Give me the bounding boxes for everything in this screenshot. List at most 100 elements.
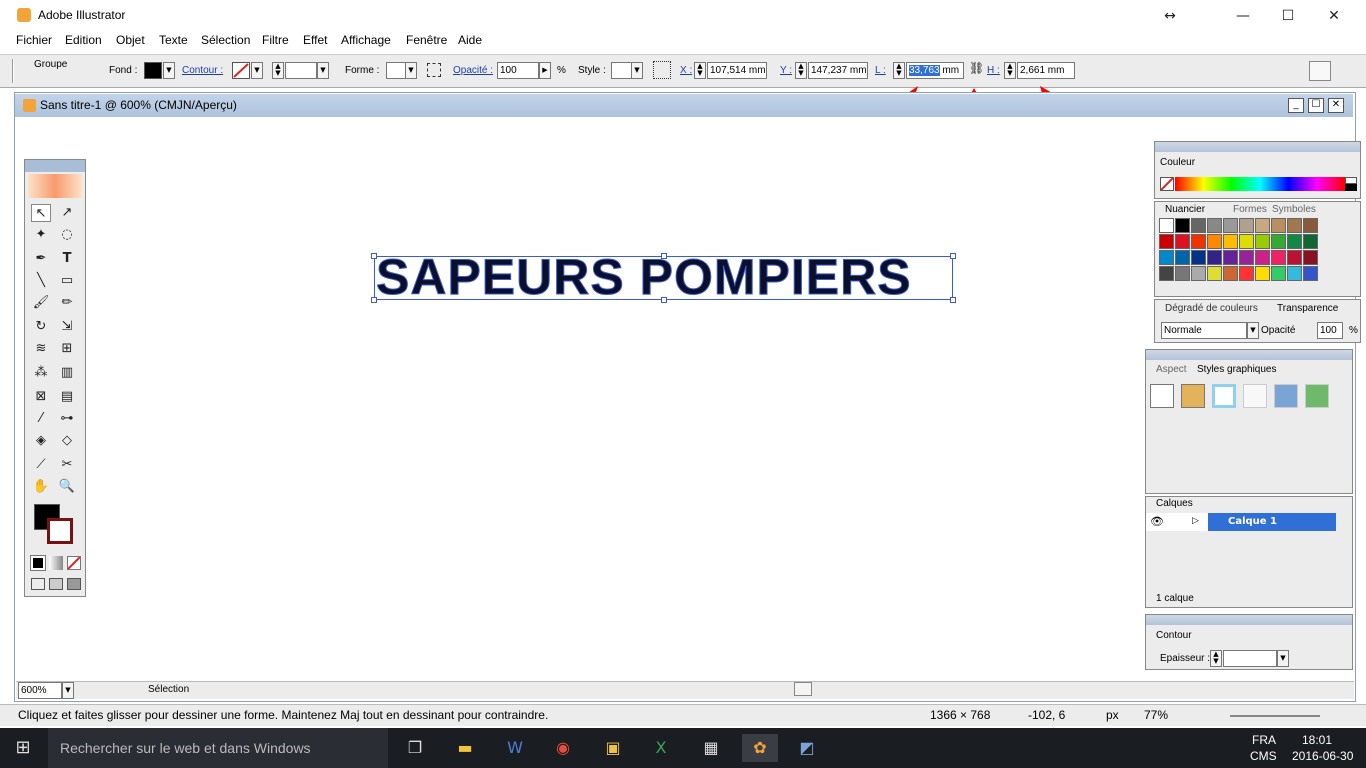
screen-mode-menu-icon[interactable] [49, 578, 63, 590]
height-field[interactable]: 2,661 mm [1017, 62, 1075, 79]
color-swatch[interactable] [1287, 266, 1302, 281]
menu-aide[interactable]: Aide [458, 33, 482, 47]
color-swatch[interactable] [1223, 250, 1238, 265]
menu-effet[interactable]: Effet [303, 33, 327, 47]
color-swatch[interactable] [1175, 250, 1190, 265]
grip-handle[interactable] [12, 59, 14, 83]
color-swatch[interactable] [1191, 218, 1206, 233]
app-icon-yellow[interactable]: ▣ [598, 734, 628, 762]
rotate-tool-icon[interactable]: ↻ [31, 318, 51, 336]
stroke-color-box[interactable] [47, 518, 73, 544]
language[interactable]: FRA [1252, 733, 1276, 747]
illustrator-flower-icon[interactable] [28, 174, 82, 198]
toolbox-titlebar[interactable] [25, 160, 85, 172]
transform-icon[interactable] [427, 63, 441, 77]
swatch-footer-icons[interactable] [1161, 284, 1341, 296]
align-icon[interactable] [653, 61, 671, 79]
color-swatch[interactable] [1255, 218, 1270, 233]
file-explorer-icon[interactable]: ▬ [450, 734, 480, 762]
resize-icon[interactable]: ↔ [1160, 6, 1180, 26]
zoom-dropdown[interactable]: ▼ [62, 682, 74, 699]
color-swatch[interactable] [1175, 266, 1190, 281]
stroke-weight-panel-spinner[interactable]: ▲ ▼ [1210, 650, 1222, 667]
degrade-tab[interactable]: Dégradé de couleurs [1165, 303, 1258, 314]
pencil-tool-icon[interactable]: ✏ [57, 294, 77, 312]
line-tool-icon[interactable]: ╲ [31, 272, 51, 290]
selection-handle[interactable] [661, 253, 667, 259]
color-swatch[interactable] [1175, 218, 1190, 233]
height-spinner[interactable]: ▲ ▼ [1004, 62, 1016, 79]
selection-handle[interactable] [371, 297, 377, 303]
link-proportions-icon[interactable]: ⛓ [969, 61, 984, 81]
symbol-sprayer-tool-icon[interactable]: ⁂ [31, 364, 51, 382]
menu-edition[interactable]: Edition [65, 33, 102, 47]
live-paint-selection-tool-icon[interactable]: ◇ [57, 432, 77, 450]
color-swatch[interactable] [1255, 234, 1270, 249]
zoom-tool-icon[interactable]: 🔍 [57, 478, 77, 496]
stroke-link[interactable]: Contour : [182, 65, 223, 76]
expand-triangle-icon[interactable]: ▷ [1192, 516, 1199, 526]
color-swatch[interactable] [1303, 218, 1318, 233]
graph-tool-icon[interactable]: ▥ [57, 364, 77, 382]
scissors-tool-icon[interactable]: ✂ [57, 456, 77, 474]
aspect-tab[interactable]: Aspect [1156, 364, 1187, 375]
selection-handle[interactable] [661, 297, 667, 303]
formes-tab[interactable]: Formes [1233, 204, 1267, 215]
selection-handle[interactable] [950, 297, 956, 303]
color-swatch[interactable] [1175, 234, 1190, 249]
word-icon[interactable]: W [500, 734, 530, 762]
color-swatch[interactable] [1207, 234, 1222, 249]
fill-dropdown[interactable]: ▼ [163, 62, 175, 79]
close-button[interactable]: ✕ [1324, 6, 1344, 26]
color-swatch[interactable] [1271, 218, 1286, 233]
search-box[interactable]: Rechercher sur le web et dans Windows [48, 728, 388, 768]
paintbrush-tool-icon[interactable]: 🖌 [31, 294, 51, 312]
opacity-link[interactable]: Opacité : [453, 65, 493, 76]
type-tool-icon[interactable]: T [57, 250, 77, 268]
color-swatch[interactable] [1159, 234, 1174, 249]
lasso-tool-icon[interactable]: ◌ [57, 226, 77, 244]
stroke-weight-dropdown[interactable]: ▼ [317, 62, 329, 79]
color-swatch[interactable] [1303, 266, 1318, 281]
minimize-button[interactable]: — [1233, 6, 1253, 26]
color-swatch[interactable] [1207, 266, 1222, 281]
chrome-icon[interactable]: ◉ [548, 734, 578, 762]
color-swatch[interactable] [1207, 250, 1222, 265]
doc-close-button[interactable]: ✕ [1328, 98, 1344, 113]
canvas-text-object[interactable]: SAPEURS POMPIERS [376, 248, 912, 306]
color-swatch[interactable] [1159, 266, 1174, 281]
doc-minimize-button[interactable]: _ [1288, 98, 1304, 113]
doc-maximize-button[interactable]: ☐ [1308, 98, 1324, 113]
zoom-slider[interactable] [1230, 715, 1320, 717]
direct-selection-tool-icon[interactable]: ↗ [57, 204, 77, 222]
color-spectrum[interactable] [1175, 177, 1345, 191]
windows-start-icon[interactable]: ⊞ [8, 734, 38, 762]
maximize-button[interactable]: ☐ [1278, 6, 1298, 26]
status-unit[interactable]: px [1106, 708, 1119, 722]
opacity-dropdown[interactable]: ▶ [539, 62, 551, 79]
color-swatch[interactable] [1207, 218, 1222, 233]
color-swatch[interactable] [1287, 234, 1302, 249]
color-swatch[interactable] [1287, 218, 1302, 233]
fill-swatch[interactable] [144, 62, 162, 79]
menu-fenetre[interactable]: Fenêtre [406, 33, 447, 47]
layer-row[interactable]: 👁 ▷ Calque 1 [1146, 513, 1336, 531]
style-field[interactable] [611, 62, 633, 79]
visibility-eye-icon[interactable]: 👁 [1150, 515, 1164, 528]
stroke-weight-field[interactable] [285, 62, 317, 79]
color-swatch[interactable] [1239, 234, 1254, 249]
transparence-tab[interactable]: Transparence [1277, 303, 1338, 314]
color-swatch[interactable] [1239, 266, 1254, 281]
menu-affichage[interactable]: Affichage [341, 33, 391, 47]
hand-tool-icon[interactable]: ✋ [31, 478, 51, 496]
color-swatch[interactable] [1159, 218, 1174, 233]
stroke-none-swatch[interactable] [232, 62, 250, 79]
opacity-field[interactable]: 100 [497, 62, 539, 79]
none-swatch-icon[interactable] [1160, 177, 1174, 191]
symboles-tab[interactable]: Symboles [1272, 204, 1316, 215]
selection-handle[interactable] [371, 253, 377, 259]
width-spinner[interactable]: ▲ ▼ [893, 62, 905, 79]
y-link[interactable]: Y : [780, 65, 792, 76]
horizontal-scroll-thumb[interactable] [794, 682, 812, 696]
shape-field[interactable] [386, 62, 406, 79]
